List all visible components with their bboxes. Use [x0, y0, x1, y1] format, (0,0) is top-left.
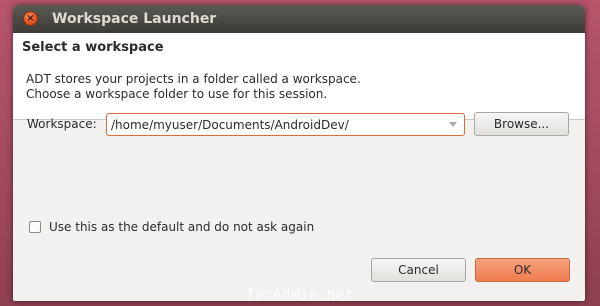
- cancel-button[interactable]: Cancel: [371, 258, 466, 282]
- ok-button[interactable]: OK: [475, 258, 570, 282]
- description-line-2: Choose a workspace folder to use for thi…: [26, 87, 328, 101]
- dialog-header: Select a workspace ADT stores your proje…: [13, 33, 585, 120]
- workspace-path-input[interactable]: [108, 115, 446, 134]
- watermark: TecAdmin.net: [246, 287, 354, 303]
- browse-button[interactable]: Browse...: [474, 112, 569, 136]
- title-bar[interactable]: × Workspace Launcher: [13, 5, 585, 33]
- default-option-row[interactable]: Use this as the default and do not ask a…: [29, 220, 314, 234]
- workspace-launcher-dialog: × Workspace Launcher Select a workspace …: [13, 5, 585, 301]
- workspace-combobox[interactable]: [106, 113, 465, 136]
- description-line-1: ADT stores your projects in a folder cal…: [26, 72, 361, 86]
- close-icon[interactable]: ×: [23, 11, 38, 26]
- dialog-heading: Select a workspace: [22, 40, 164, 55]
- window-title: Workspace Launcher: [52, 11, 217, 27]
- default-checkbox[interactable]: [29, 221, 41, 233]
- default-checkbox-label: Use this as the default and do not ask a…: [49, 220, 315, 234]
- workspace-label: Workspace:: [27, 117, 97, 131]
- chevron-down-icon[interactable]: [442, 114, 464, 135]
